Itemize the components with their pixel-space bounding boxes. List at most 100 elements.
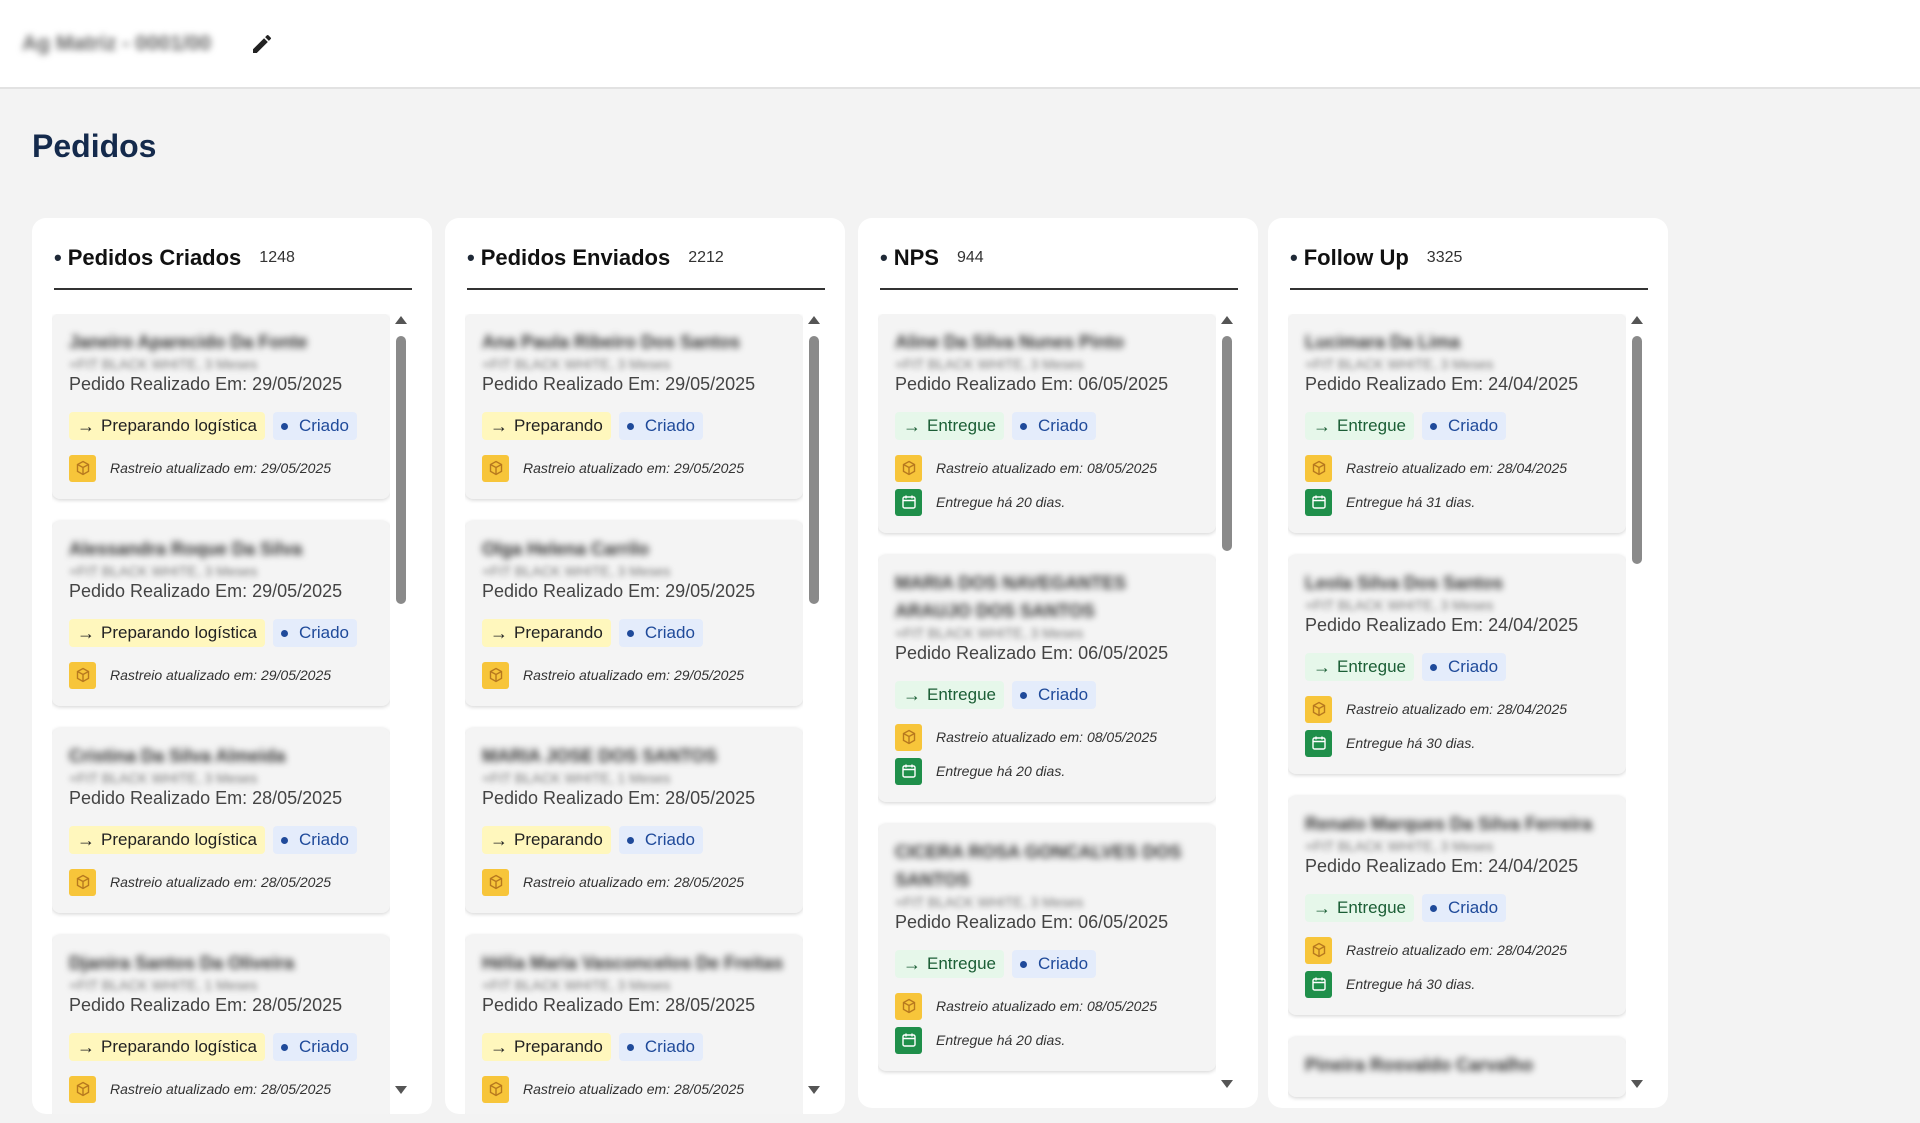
- order-card[interactable]: Leola Silva Dos Santos +FIT BLACK WHITE,…: [1288, 555, 1626, 774]
- scroll-up-icon[interactable]: [1631, 316, 1643, 324]
- arrow-right-icon: →: [77, 829, 95, 850]
- customer-name: Leola Silva Dos Santos: [1305, 573, 1504, 593]
- scroll-thumb[interactable]: [396, 336, 406, 604]
- product-name: +FIT BLACK WHITE, 3 Meses: [69, 563, 258, 579]
- scrollbar[interactable]: [807, 316, 821, 1094]
- delivery-text: Entregue há 31 dias.: [1346, 494, 1476, 510]
- order-card[interactable]: Alessandra Roque Da Silva +FIT BLACK WHI…: [52, 521, 390, 706]
- created-badge: Criado: [272, 412, 358, 440]
- tracking-text: Rastreio atualizado em: 28/05/2025: [110, 1081, 332, 1097]
- delivery-info: Entregue há 30 dias.: [1305, 970, 1609, 998]
- status-badge: → Preparando: [482, 619, 611, 647]
- tracking-text: Rastreio atualizado em: 28/05/2025: [523, 874, 745, 890]
- scroll-up-icon[interactable]: [1221, 316, 1233, 324]
- order-card[interactable]: Aline Da Silva Nunes Pinto +FIT BLACK WH…: [878, 314, 1216, 533]
- tracking-info: Rastreio atualizado em: 28/04/2025: [1305, 936, 1609, 964]
- order-card[interactable]: CICERA ROSA GONCALVES DOS SANTOS +FIT BL…: [878, 824, 1216, 1071]
- product-name: +FIT BLACK WHITE, 3 Meses: [69, 770, 258, 786]
- order-date: Pedido Realizado Em: 24/04/2025: [1305, 615, 1579, 635]
- arrow-right-icon: →: [903, 953, 921, 974]
- status-badge: → Preparando: [482, 412, 611, 440]
- tracking-info: Rastreio atualizado em: 29/05/2025: [69, 661, 373, 689]
- created-badge: Criado: [618, 826, 703, 854]
- order-card[interactable]: MARIA DOS NAVEGANTES ARAUJO DOS SANTOS +…: [878, 555, 1216, 802]
- customer-name: MARIA DOS NAVEGANTES ARAUJO DOS SANTOS: [895, 573, 1127, 621]
- tracking-text: Rastreio atualizado em: 28/04/2025: [1346, 701, 1568, 717]
- calendar-icon: [1305, 488, 1332, 516]
- order-date: Pedido Realizado Em: 24/04/2025: [1305, 856, 1579, 876]
- order-card[interactable]: Pineira Rosvaldo Carvalho: [1288, 1037, 1626, 1097]
- calendar-icon: [1305, 729, 1332, 757]
- scroll-thumb[interactable]: [1222, 336, 1232, 551]
- scrollbar[interactable]: [1630, 316, 1644, 1088]
- delivery-text: Entregue há 20 dias.: [936, 763, 1066, 779]
- order-date: Pedido Realizado Em: 28/05/2025: [482, 788, 756, 808]
- card-list[interactable]: Lucimara Da Lima +FIT BLACK WHITE, 3 Mes…: [1288, 314, 1626, 1108]
- scroll-up-icon[interactable]: [395, 316, 407, 324]
- customer-name: Renato Marques Da Silva Ferreira: [1305, 814, 1593, 834]
- scroll-thumb[interactable]: [809, 336, 819, 604]
- pencil-icon[interactable]: [250, 32, 274, 56]
- order-card[interactable]: Ana Paula Ribeiro Dos Santos +FIT BLACK …: [465, 314, 803, 499]
- tracking-info: Rastreio atualizado em: 08/05/2025: [895, 723, 1199, 751]
- order-card[interactable]: Cristina Da Silva Almeida +FIT BLACK WHI…: [52, 728, 390, 913]
- order-card[interactable]: Renato Marques Da Silva Ferreira +FIT BL…: [1288, 796, 1626, 1015]
- scroll-down-icon[interactable]: [1221, 1080, 1233, 1088]
- delivery-text: Entregue há 20 dias.: [936, 1032, 1066, 1048]
- card-list[interactable]: Ana Paula Ribeiro Dos Santos +FIT BLACK …: [465, 314, 803, 1114]
- order-date: Pedido Realizado Em: 29/05/2025: [69, 374, 343, 394]
- arrow-right-icon: →: [490, 1036, 508, 1057]
- scroll-thumb[interactable]: [1632, 336, 1642, 564]
- scroll-down-icon[interactable]: [395, 1086, 407, 1094]
- card-list[interactable]: Aline Da Silva Nunes Pinto +FIT BLACK WH…: [878, 314, 1216, 1108]
- scrollbar[interactable]: [394, 316, 408, 1094]
- order-card[interactable]: Lucimara Da Lima +FIT BLACK WHITE, 3 Mes…: [1288, 314, 1626, 533]
- package-icon: [69, 454, 96, 482]
- tracking-info: Rastreio atualizado em: 28/04/2025: [1305, 454, 1609, 482]
- package-icon: [1305, 695, 1332, 723]
- package-icon: [482, 1075, 509, 1103]
- order-card[interactable]: MARIA JOSE DOS SANTOS +FIT BLACK WHITE, …: [465, 728, 803, 913]
- column-header: • Follow Up 3325: [1290, 246, 1648, 290]
- order-date: Pedido Realizado Em: 29/05/2025: [482, 581, 756, 601]
- arrow-right-icon: →: [1313, 656, 1331, 677]
- package-icon: [1305, 936, 1332, 964]
- status-badge: → Entregue: [1305, 894, 1414, 922]
- status-badge: → Entregue: [1305, 653, 1414, 681]
- created-badge: Criado: [618, 619, 703, 647]
- column-title: Pedidos Criados: [67, 245, 242, 270]
- tracking-text: Rastreio atualizado em: 28/05/2025: [523, 1081, 745, 1097]
- arrow-right-icon: →: [1313, 897, 1331, 918]
- column-header: • Pedidos Enviados 2212: [467, 246, 825, 290]
- column-pedidos-criados: • Pedidos Criados 1248 Janeiro Aparecido…: [32, 218, 432, 1114]
- scroll-down-icon[interactable]: [808, 1086, 820, 1094]
- scroll-down-icon[interactable]: [1631, 1080, 1643, 1088]
- column-count: 1248: [259, 249, 295, 266]
- order-card[interactable]: Janeiro Aparecido Da Fonte +FIT BLACK WH…: [52, 314, 390, 499]
- package-icon: [895, 454, 922, 482]
- card-list[interactable]: Janeiro Aparecido Da Fonte +FIT BLACK WH…: [52, 314, 390, 1114]
- tracking-info: Rastreio atualizado em: 29/05/2025: [69, 454, 373, 482]
- customer-name: Ana Paula Ribeiro Dos Santos: [482, 332, 741, 352]
- order-date: Pedido Realizado Em: 24/04/2025: [1305, 374, 1579, 394]
- scrollbar[interactable]: [1220, 316, 1234, 1088]
- status-badge: → Entregue: [895, 412, 1004, 440]
- status-badge: → Preparando logística: [69, 412, 265, 440]
- customer-name: Olga Helena Carrilo: [482, 539, 650, 559]
- order-card[interactable]: Hélia Maria Vasconcelos De Freitas +FIT …: [465, 935, 803, 1114]
- calendar-icon: [895, 488, 922, 516]
- product-name: +FIT BLACK WHITE, 3 Meses: [895, 356, 1084, 372]
- tracking-text: Rastreio atualizado em: 28/04/2025: [1346, 942, 1568, 958]
- arrow-right-icon: →: [490, 829, 508, 850]
- column-nps: • NPS 944 Aline Da Silva Nunes Pinto +FI…: [858, 218, 1258, 1108]
- scroll-up-icon[interactable]: [808, 316, 820, 324]
- customer-name: Pineira Rosvaldo Carvalho: [1305, 1055, 1534, 1075]
- package-icon: [482, 868, 509, 896]
- arrow-right-icon: →: [903, 684, 921, 705]
- customer-name: Cristina Da Silva Almeida: [69, 746, 286, 766]
- order-date: Pedido Realizado Em: 28/05/2025: [69, 788, 343, 808]
- created-badge: Criado: [1422, 412, 1507, 440]
- status-badge: → Preparando logística: [69, 826, 265, 854]
- order-card[interactable]: Djanira Santos Da Oliveira +FIT BLACK WH…: [52, 935, 390, 1114]
- order-card[interactable]: Olga Helena Carrilo +FIT BLACK WHITE, 3 …: [465, 521, 803, 706]
